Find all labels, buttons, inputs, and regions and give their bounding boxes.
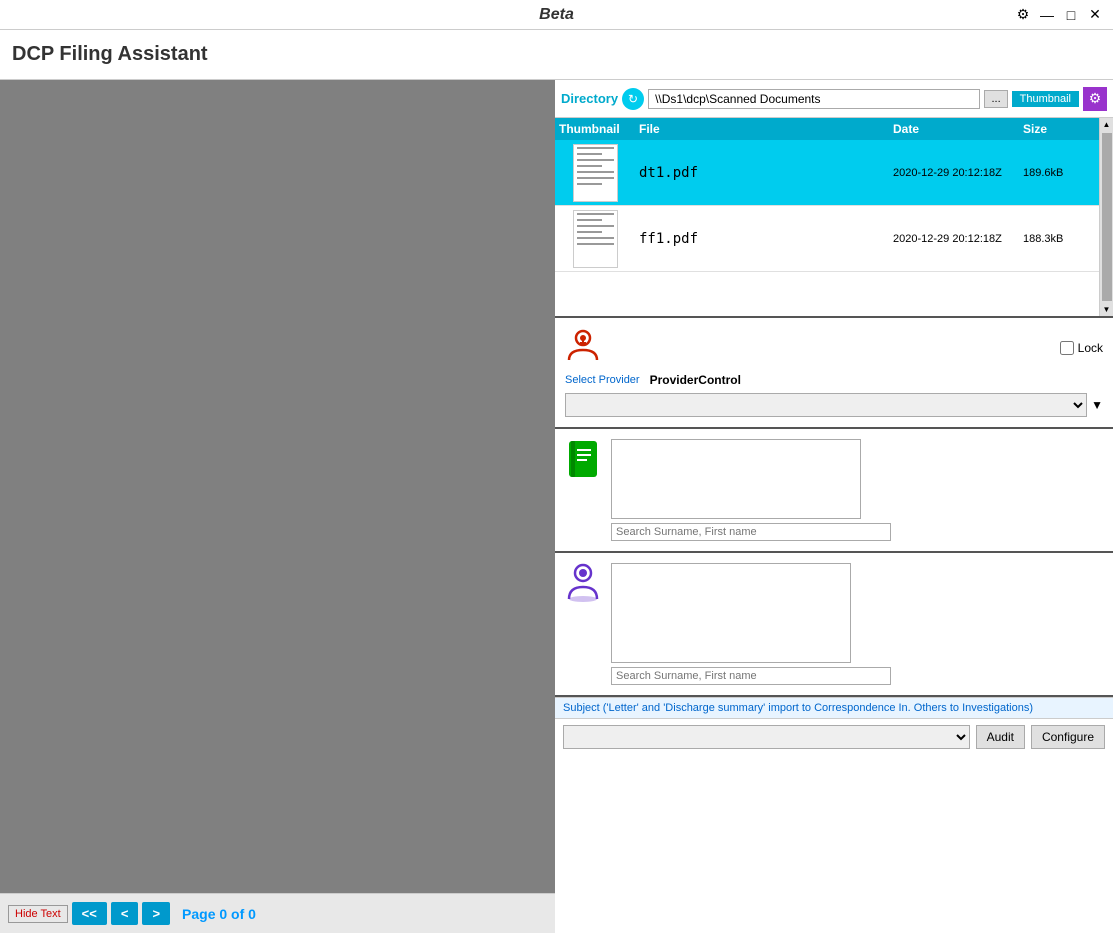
file-date-1: 2020-12-29 20:12:18Z: [889, 163, 1019, 183]
page-info: Page 0 of 0: [182, 906, 256, 922]
prev-prev-button[interactable]: <<: [72, 902, 107, 925]
patient-section: [555, 429, 1113, 553]
patient-book-svg: [565, 439, 601, 479]
recipient-person-svg: [565, 563, 601, 603]
file-name-2: ff1.pdf: [635, 227, 889, 251]
settings-button[interactable]: ⚙: [1083, 87, 1107, 111]
file-list-container: Thumbnail File Date Size: [555, 118, 1113, 318]
file-thumbnail-1: [555, 140, 635, 205]
table-row[interactable]: ff1.pdf 2020-12-29 20:12:18Z 188.3kB: [555, 206, 1099, 272]
recipient-search-input[interactable]: [611, 667, 891, 685]
file-name-1: dt1.pdf: [635, 161, 889, 185]
subject-select[interactable]: [563, 725, 970, 749]
title-bar: Beta ⚙ — □ ✕: [0, 0, 1113, 30]
configure-button[interactable]: Configure: [1031, 725, 1105, 749]
scroll-down-arrow[interactable]: ▼: [1101, 303, 1113, 316]
col-size-header: Size: [1019, 118, 1099, 140]
col-thumbnail-header: Thumbnail: [555, 118, 635, 140]
thumb-preview-2: [573, 210, 618, 268]
navigation-bar: Hide Text << < > Page 0 of 0: [0, 893, 555, 933]
app-header: DCP Filing Assistant: [0, 30, 1113, 80]
patient-row: [565, 439, 1103, 541]
directory-path-input[interactable]: [648, 89, 980, 109]
provider-control-label: ProviderControl: [650, 373, 741, 387]
maximize-button[interactable]: □: [1061, 5, 1081, 25]
lock-row: Lock: [1060, 341, 1103, 355]
gear-button[interactable]: ⚙: [1013, 5, 1033, 25]
col-date-header: Date: [889, 118, 1019, 140]
file-list-scrollbar[interactable]: ▲ ▼: [1099, 118, 1113, 316]
subject-text: Subject ('Letter' and 'Discharge summary…: [563, 702, 1033, 714]
file-date-2: 2020-12-29 20:12:18Z: [889, 229, 1019, 249]
provider-label-row: Select Provider ProviderControl: [565, 373, 1103, 387]
refresh-button[interactable]: ↻: [622, 88, 644, 110]
hide-text-button[interactable]: Hide Text: [8, 905, 68, 923]
right-panel: Directory ↻ ... Thumbnail ⚙ Thumbnail Fi…: [555, 80, 1113, 933]
thumb-preview-1: [573, 144, 618, 202]
lock-label: Lock: [1078, 341, 1103, 355]
file-list: Thumbnail File Date Size: [555, 118, 1099, 316]
patient-icon: [565, 439, 601, 482]
file-list-header: Thumbnail File Date Size: [555, 118, 1099, 140]
minimize-button[interactable]: —: [1037, 5, 1057, 25]
provider-icon: [565, 328, 601, 367]
provider-section: Lock Select Provider ProviderControl ▼: [555, 318, 1113, 429]
col-file-header: File: [635, 118, 889, 140]
action-row: Audit Configure: [555, 719, 1113, 755]
document-preview-panel: Hide Text << < > Page 0 of 0: [0, 80, 555, 933]
provider-person-svg: [565, 328, 601, 364]
scroll-thumb: [1102, 133, 1112, 301]
audit-button[interactable]: Audit: [976, 725, 1025, 749]
directory-bar: Directory ↻ ... Thumbnail ⚙: [555, 80, 1113, 118]
select-provider-link[interactable]: Select Provider: [565, 374, 640, 386]
table-row[interactable]: dt1.pdf 2020-12-29 20:12:18Z 189.6kB: [555, 140, 1099, 206]
provider-select[interactable]: [565, 393, 1087, 417]
scroll-up-arrow[interactable]: ▲: [1101, 118, 1113, 131]
prev-button[interactable]: <: [111, 902, 139, 925]
browse-button[interactable]: ...: [984, 90, 1007, 108]
main-layout: Hide Text << < > Page 0 of 0 Directory ↻…: [0, 80, 1113, 933]
directory-label: Directory: [561, 91, 618, 106]
app-title: DCP Filing Assistant: [12, 43, 208, 66]
recipient-row: [565, 563, 1103, 685]
app-logo: Beta: [539, 6, 574, 24]
file-size-1: 189.6kB: [1019, 163, 1099, 183]
patient-search-input[interactable]: [611, 523, 891, 541]
lock-checkbox[interactable]: [1060, 341, 1074, 355]
recipient-icon: [565, 563, 601, 606]
patient-input-area: [611, 439, 891, 541]
provider-dropdown-row: ▼: [565, 393, 1103, 417]
subject-bar: Subject ('Letter' and 'Discharge summary…: [555, 697, 1113, 719]
recipient-search-box[interactable]: [611, 563, 851, 663]
next-button[interactable]: >: [142, 902, 170, 925]
window-controls: ⚙ — □ ✕: [1013, 5, 1105, 25]
patient-search-box[interactable]: [611, 439, 861, 519]
provider-row: Lock: [565, 328, 1103, 367]
recipient-section: [555, 553, 1113, 697]
provider-dropdown-arrow: ▼: [1091, 398, 1103, 412]
thumbnail-toggle-button[interactable]: Thumbnail: [1012, 91, 1079, 107]
file-thumbnail-2: [555, 206, 635, 271]
close-button[interactable]: ✕: [1085, 5, 1105, 25]
recipient-input-area: [611, 563, 891, 685]
file-size-2: 188.3kB: [1019, 229, 1099, 249]
